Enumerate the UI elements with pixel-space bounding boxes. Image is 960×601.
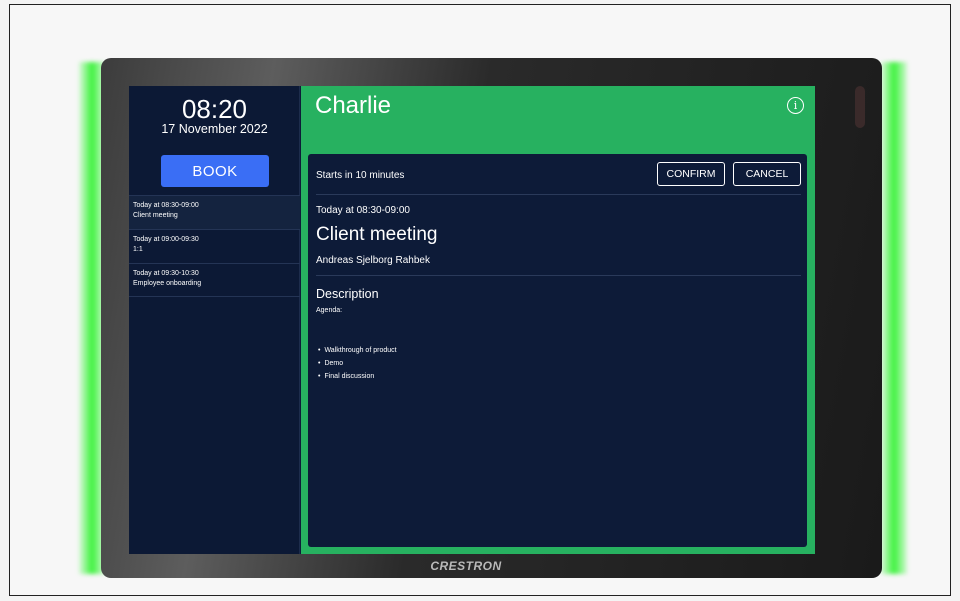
meeting-organizer: Andreas Sjelborg Rahbek (316, 255, 430, 266)
book-button[interactable]: BOOK (161, 155, 269, 187)
schedule-list: Today at 08:30-09:00 Client meeting Toda… (129, 195, 300, 297)
schedule-item-time: Today at 09:00-09:30 (133, 236, 199, 243)
schedule-item[interactable]: Today at 09:00-09:30 1:1 (129, 229, 300, 263)
agenda-list: Walkthrough of product Demo Final discus… (318, 344, 397, 383)
current-date: 17 November 2022 (161, 122, 268, 136)
confirm-button[interactable]: CONFIRM (657, 162, 725, 186)
schedule-item-time: Today at 09:30-10:30 (133, 270, 199, 277)
room-name: Charlie (315, 92, 392, 119)
schedule-item-title: Client meeting (133, 212, 178, 219)
brand-logo: CRESTRON (430, 559, 502, 573)
schedule-item[interactable]: Today at 08:30-09:00 Client meeting (129, 195, 300, 229)
agenda-item: Walkthrough of product (318, 344, 396, 357)
schedule-item[interactable]: Today at 09:30-10:30 Employee onboarding (129, 263, 300, 297)
description-heading: Description (316, 287, 379, 301)
schedule-sidebar: 08:20 17 November 2022 BOOK Today at 08:… (129, 86, 300, 554)
divider (316, 275, 801, 276)
schedule-item-title: Employee onboarding (133, 280, 202, 287)
led-glow-right (881, 62, 907, 574)
meeting-time: Today at 08:30-09:00 (316, 205, 410, 216)
touch-screen: 08:20 17 November 2022 BOOK Today at 08:… (129, 86, 815, 554)
divider (316, 194, 801, 195)
meeting-details-panel: Starts in 10 minutes CONFIRM CANCEL Toda… (308, 154, 807, 547)
meeting-status: Starts in 10 minutes (316, 170, 405, 181)
agenda-label: Agenda: (316, 307, 343, 314)
cancel-button[interactable]: CANCEL (733, 162, 801, 186)
agenda-item: Demo (318, 357, 397, 370)
schedule-item-time: Today at 08:30-09:00 (133, 202, 199, 209)
camera-sensor (855, 86, 865, 128)
agenda-item: Final discussion (318, 370, 397, 383)
meeting-title: Client meeting (316, 224, 438, 245)
info-icon[interactable]: i (787, 97, 804, 114)
schedule-item-title: 1:1 (133, 246, 143, 253)
current-time: 08:20 (181, 94, 248, 124)
room-status-area: Charlie i Starts in 10 minutes CONFIRM C… (301, 86, 815, 554)
